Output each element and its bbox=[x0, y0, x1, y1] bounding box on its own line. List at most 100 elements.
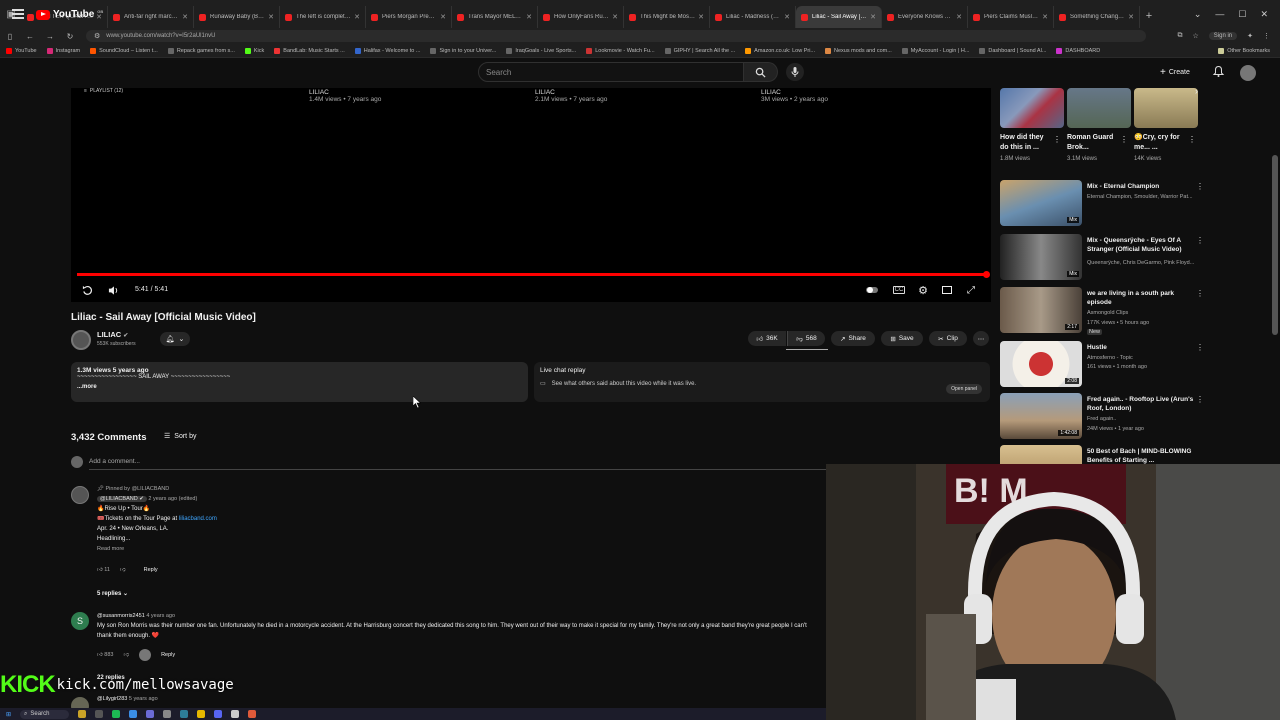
bookmark-item[interactable]: Kick bbox=[244, 47, 264, 54]
browser-tab[interactable]: Trans Mayor MELTS D...✕ bbox=[452, 6, 538, 28]
endscreen-video[interactable]: LILIAC 2.1M views • 7 years ago bbox=[535, 89, 607, 103]
bookmark-item[interactable]: Amazon.co.uk: Low Pri... bbox=[745, 47, 815, 54]
share-button[interactable]: ↗ Share bbox=[831, 331, 875, 346]
short-title[interactable]: Roman Guard Brok... bbox=[1067, 133, 1119, 153]
close-tab-icon[interactable]: ✕ bbox=[1042, 13, 1048, 21]
open-panel-button[interactable]: Open panel bbox=[946, 384, 982, 394]
settings-button[interactable]: ⚙ bbox=[917, 284, 929, 297]
menu-dots-icon[interactable]: ⋮ bbox=[1263, 32, 1270, 40]
minimize-icon[interactable]: — bbox=[1215, 9, 1224, 20]
subscribed-button[interactable]: 🔔︎ ⌄ bbox=[160, 332, 190, 346]
endscreen-video[interactable]: LILIAC 1.4M views • 7 years ago bbox=[309, 89, 381, 103]
video-player[interactable]: LILIAC 1.4M views • 7 years ago LILIAC 2… bbox=[71, 88, 991, 302]
hamburger-menu-icon[interactable] bbox=[12, 9, 24, 19]
browser-tab[interactable]: How OnlyFans Ruined...✕ bbox=[538, 6, 624, 28]
browser-icon[interactable] bbox=[248, 710, 257, 718]
app-icon[interactable] bbox=[163, 710, 172, 718]
app-icon[interactable] bbox=[180, 710, 189, 718]
site-info-icon[interactable]: ⚙ bbox=[94, 32, 100, 40]
browser-tab[interactable]: Everyone Knows Trou...✕ bbox=[882, 6, 968, 28]
more-dots-icon[interactable]: ⋮ bbox=[1196, 289, 1204, 298]
comment-author[interactable]: @LILIACBAND ✔ bbox=[97, 496, 147, 502]
tab-search-icon[interactable]: ⌄ bbox=[1194, 9, 1202, 20]
windows-start-icon[interactable]: ⊞ bbox=[6, 711, 11, 718]
youtube-logo[interactable]: YouTube GB bbox=[36, 9, 103, 20]
read-more-link[interactable]: Read more bbox=[97, 544, 217, 554]
clip-button[interactable]: ✂ Clip bbox=[929, 331, 967, 346]
spotify-icon[interactable] bbox=[112, 710, 121, 718]
replay-button[interactable] bbox=[81, 284, 93, 296]
chevron-right-icon[interactable]: › bbox=[1195, 86, 1198, 96]
reply-button[interactable]: Reply bbox=[144, 567, 158, 573]
comment-link[interactable]: liliacband.com bbox=[179, 516, 217, 522]
close-window-icon[interactable]: ✕ bbox=[1260, 9, 1268, 20]
add-comment-input[interactable]: Add a comment... bbox=[89, 458, 826, 470]
comment-like-button[interactable]: 👍︎ 11 bbox=[97, 567, 110, 573]
related-video[interactable]: 50 Best of Bach | MIND-BLOWING Benefits … bbox=[1000, 445, 1270, 464]
bookmark-item[interactable]: Sign in to your Univer... bbox=[430, 47, 496, 54]
reload-icon[interactable]: ↻ bbox=[60, 32, 80, 41]
bookmark-item[interactable]: Instagram bbox=[46, 47, 80, 54]
bookmark-item[interactable]: BandLab: Music Starts ... bbox=[274, 47, 345, 54]
close-tab-icon[interactable]: ✕ bbox=[784, 13, 790, 21]
comment-avatar[interactable] bbox=[71, 486, 89, 504]
forward-icon[interactable]: → bbox=[40, 32, 60, 41]
search-button[interactable] bbox=[744, 62, 778, 82]
comment-dislike-icon[interactable]: 👎︎ bbox=[123, 652, 129, 658]
close-tab-icon[interactable]: ✕ bbox=[526, 13, 532, 21]
more-dots-icon[interactable]: ⋮ bbox=[1053, 135, 1061, 144]
browser-tab[interactable]: Anti-far right march c... ✕ bbox=[108, 6, 194, 28]
short-title[interactable]: 😳Cry, cry for me... ... bbox=[1134, 133, 1186, 153]
short-thumbnail[interactable] bbox=[1067, 88, 1131, 128]
bookmark-item[interactable]: MyAccount - Login | H... bbox=[901, 47, 969, 54]
close-tab-icon[interactable]: ✕ bbox=[612, 13, 618, 21]
bookmark-item[interactable]: IraqGoals - Live Sports... bbox=[506, 47, 576, 54]
taskview-icon[interactable] bbox=[95, 710, 104, 718]
save-button[interactable]: ⊞ Save bbox=[881, 331, 923, 346]
comment-dislike-icon[interactable]: 👎︎ bbox=[120, 567, 126, 573]
browser-tab[interactable]: Runaway Baby (Bruno...✕ bbox=[194, 6, 280, 28]
back-icon[interactable]: ← bbox=[20, 32, 40, 41]
sign-in-button[interactable]: Sign in bbox=[1208, 32, 1238, 40]
close-tab-icon[interactable]: ✕ bbox=[268, 13, 274, 21]
more-dots-icon[interactable]: ⋮ bbox=[1196, 395, 1204, 404]
short-thumbnail[interactable] bbox=[1000, 88, 1064, 128]
other-bookmarks[interactable]: Other Bookmarks bbox=[1218, 47, 1280, 54]
app-icon[interactable] bbox=[231, 710, 240, 718]
bookmark-item[interactable]: SoundCloud – Listen t... bbox=[90, 47, 158, 54]
related-video[interactable]: 2:17 we are living in a south park episo… bbox=[1000, 287, 1270, 337]
voice-search-button[interactable] bbox=[786, 63, 804, 81]
more-dots-icon[interactable]: ⋮ bbox=[1188, 135, 1196, 144]
volume-button[interactable] bbox=[107, 284, 119, 296]
bookmark-item[interactable]: YouTube bbox=[6, 47, 37, 54]
bookmark-item[interactable]: Nexus mods and com... bbox=[825, 47, 892, 54]
close-tab-icon[interactable]: ✕ bbox=[440, 13, 446, 21]
browser-tab[interactable]: Something Changed A...✕ bbox=[1054, 6, 1140, 28]
progress-scrubber[interactable] bbox=[983, 271, 990, 278]
channel-name[interactable]: LILIAC ✔ bbox=[97, 330, 128, 339]
more-dots-icon[interactable]: ⋮ bbox=[1196, 343, 1204, 352]
discord-icon[interactable] bbox=[214, 710, 223, 718]
account-avatar[interactable] bbox=[1240, 65, 1256, 81]
notifications-button[interactable] bbox=[1212, 65, 1226, 79]
new-tab-icon[interactable]: + bbox=[1140, 10, 1158, 22]
playlist-badge[interactable]: ≡ PLAYLIST (12) bbox=[84, 88, 123, 94]
more-actions-button[interactable]: ⋯ bbox=[973, 331, 989, 346]
more-dots-icon[interactable]: ⋮ bbox=[1120, 135, 1128, 144]
extensions-icon[interactable]: ✦ bbox=[1247, 32, 1253, 40]
autoplay-toggle[interactable] bbox=[866, 284, 878, 296]
dislike-button[interactable]: 👎︎ 568 bbox=[787, 331, 825, 346]
bookmark-item[interactable]: Halifax - Welcome to ... bbox=[354, 47, 420, 54]
close-tab-icon[interactable]: ✕ bbox=[698, 13, 704, 21]
related-video[interactable]: Mix Mix - Queensrÿche - Eyes Of A Strang… bbox=[1000, 234, 1270, 284]
sidebar-toggle-icon[interactable]: ▯ bbox=[0, 32, 20, 41]
progress-bar[interactable] bbox=[77, 273, 987, 276]
fullscreen-button[interactable]: ⤢ bbox=[965, 284, 977, 296]
short-thumbnail[interactable] bbox=[1134, 88, 1198, 128]
endscreen-video[interactable]: LILIAC 3M views • 2 years ago bbox=[761, 89, 828, 103]
bookmark-item[interactable]: Dashboard | Sound Al... bbox=[979, 47, 1046, 54]
show-more-link[interactable]: ...more bbox=[77, 384, 522, 390]
related-video[interactable]: 2:08 Hustle Atmosferno - Topic 161 views… bbox=[1000, 341, 1270, 391]
bookmark-star-icon[interactable]: ☆ bbox=[1192, 32, 1198, 40]
browser-tab[interactable]: Piers Claims Muslims...✕ bbox=[968, 6, 1054, 28]
